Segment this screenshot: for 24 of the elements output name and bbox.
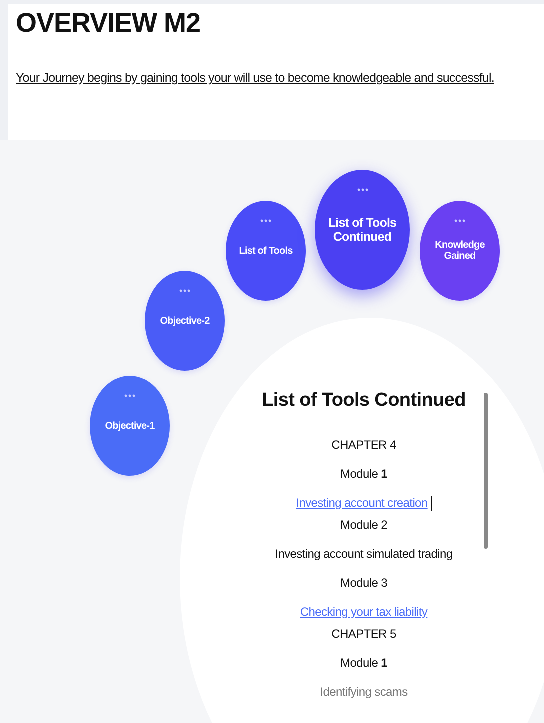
module-label: Module 1 xyxy=(340,656,388,672)
dots-icon xyxy=(356,188,368,192)
module-label: Module 2 xyxy=(340,518,388,534)
step-circle[interactable]: List of Tools xyxy=(226,201,306,301)
panel-title: List of Tools Continued xyxy=(262,390,466,412)
module-label: Module 1 xyxy=(340,467,388,483)
step-circle[interactable]: List of Tools Continued xyxy=(315,170,410,290)
step-circle[interactable]: Knowledge Gained xyxy=(420,201,500,301)
dots-icon xyxy=(454,219,466,223)
chapter-heading: CHAPTER 5 xyxy=(332,627,396,643)
module-title: Identifying scams xyxy=(320,685,408,701)
chapter-heading: CHAPTER 4 xyxy=(332,438,396,454)
subtitle: Your Journey begins by gaining tools your will use to become knowledgeable and successful. xyxy=(16,71,496,85)
dots-icon xyxy=(124,394,136,398)
module-title: Investing account simulated trading xyxy=(275,547,453,563)
scrollbar[interactable] xyxy=(484,393,488,549)
step-circle[interactable]: Objective-1 xyxy=(90,376,170,476)
step-circle[interactable]: Objective-2 xyxy=(145,271,225,371)
module-link[interactable]: Checking your tax liability xyxy=(300,605,428,627)
module-link[interactable]: Investing account creation xyxy=(296,496,428,518)
module-label: Module 3 xyxy=(340,576,388,592)
dots-icon xyxy=(179,289,191,293)
page-title: OVERVIEW M2 xyxy=(16,8,202,39)
dots-icon xyxy=(260,219,272,223)
